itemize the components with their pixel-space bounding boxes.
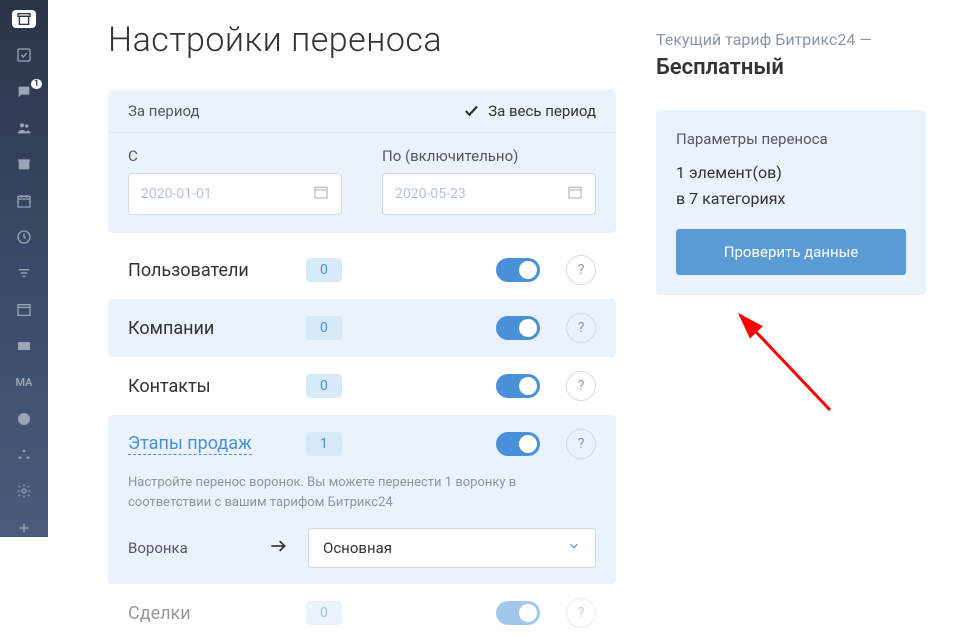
arrow-right-icon [268,536,288,560]
toggle-deals[interactable] [496,601,540,625]
nav-card-icon[interactable] [12,337,36,355]
page-title: Настройки переноса [108,20,616,60]
help-button[interactable]: ? [566,371,596,401]
nav-store-icon[interactable] [12,155,36,173]
nav-tree-icon[interactable] [12,446,36,464]
category-companies: Компании 0 ? [108,299,616,357]
toggle-stages[interactable] [496,432,540,456]
period-label: За период [128,102,200,120]
category-deals: Сделки 0 ? [108,584,616,642]
whole-period-label: За весь период [488,102,596,120]
nav-archive-icon[interactable] [12,10,36,28]
nav-settings-icon[interactable] [12,482,36,500]
count-badge: 0 [306,316,342,340]
nav-plus-icon[interactable] [12,519,36,537]
whole-period-checkbox[interactable]: За весь период [462,102,596,120]
period-box: За период За весь период С 2020-01-01 По… [108,90,616,233]
count-badge: 0 [306,258,342,282]
stages-link[interactable]: Этапы продаж [128,433,252,455]
tariff-line: Текущий тариф Битрикс24 — [656,30,926,49]
calendar-icon [567,184,583,204]
calendar-icon [313,184,329,204]
toggle-contacts[interactable] [496,374,540,398]
nav-calendar-icon[interactable] [12,192,36,210]
nav-check-icon[interactable] [12,46,36,64]
sidebar: 1 MA [0,0,48,537]
toggle-companies[interactable] [496,316,540,340]
help-button[interactable]: ? [566,429,596,459]
nav-filter-icon[interactable] [12,264,36,282]
check-data-button[interactable]: Проверить данные [676,229,906,275]
toggle-users[interactable] [496,258,540,282]
params-info: 1 элемент(ов) в 7 категориях [676,160,906,211]
date-from-label: С [128,147,342,165]
nav-ma[interactable]: MA [12,373,36,391]
main: Настройки переноса За период За весь пер… [48,0,956,537]
nav-clock-icon[interactable] [12,228,36,246]
count-badge: 1 [306,432,342,456]
count-badge: 0 [306,374,342,398]
content: Настройки переноса За период За весь пер… [108,20,616,537]
checkmark-icon [462,102,480,120]
side-panel: Текущий тариф Битрикс24 — Бесплатный Пар… [656,20,926,537]
stages-description: Настройте перенос воронок. Вы можете пер… [108,473,616,528]
date-from-input[interactable]: 2020-01-01 [128,173,342,215]
help-button[interactable]: ? [566,598,596,628]
category-users: Пользователи 0 ? [108,241,616,299]
tariff-name: Бесплатный [656,55,926,80]
stages-box: Этапы продаж 1 ? Настройте перенос ворон… [108,415,616,584]
chevron-down-icon [567,539,581,557]
nav-chat-icon[interactable]: 1 [12,83,36,101]
nav-check-circle-icon[interactable] [12,410,36,428]
funnel-label: Воронка [128,539,248,557]
category-contacts: Контакты 0 ? [108,357,616,415]
chat-badge: 1 [31,79,42,89]
nav-window-icon[interactable] [12,301,36,319]
date-to-label: По (включительно) [382,147,596,165]
funnel-select[interactable]: Основная [308,528,596,568]
help-button[interactable]: ? [566,255,596,285]
nav-users-icon[interactable] [12,119,36,137]
params-box: Параметры переноса 1 элемент(ов) в 7 кат… [656,110,926,295]
params-title: Параметры переноса [676,130,906,148]
date-to-input[interactable]: 2020-05-23 [382,173,596,215]
help-button[interactable]: ? [566,313,596,343]
count-badge: 0 [306,601,342,625]
